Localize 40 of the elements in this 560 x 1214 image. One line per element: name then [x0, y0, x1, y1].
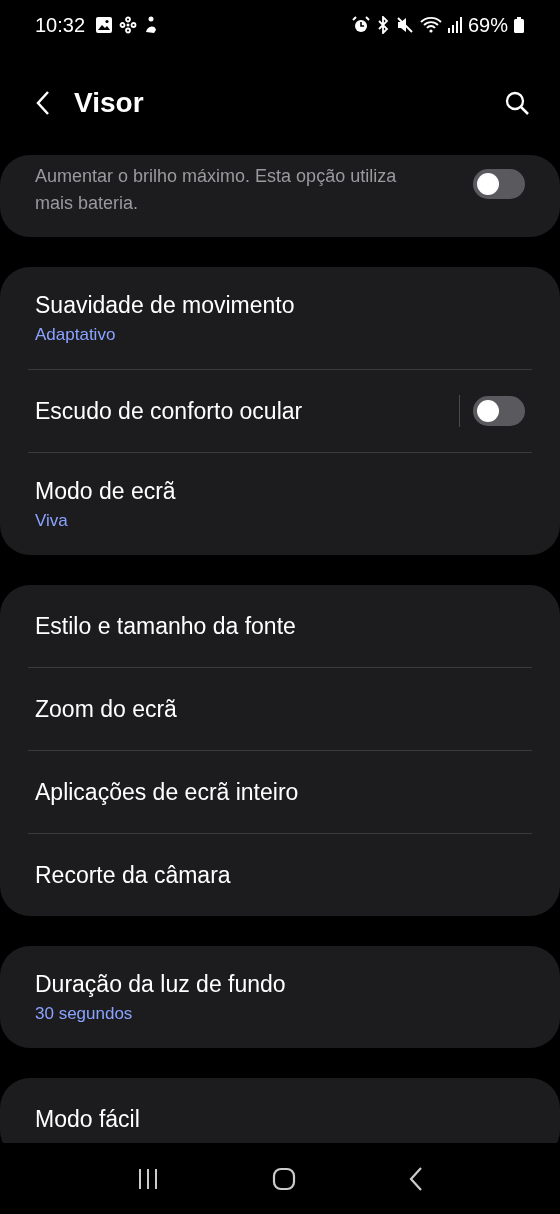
setting-value: Adaptativo [35, 324, 117, 345]
battery-level: 69% [467, 13, 508, 37]
wifi-icon [419, 16, 442, 34]
setting-value: Viva [35, 510, 69, 531]
settings-row[interactable]: Suavidade de movimento Adaptativo [0, 267, 560, 369]
page-title: Visor [74, 86, 144, 119]
recent-apps-icon[interactable] [136, 1167, 159, 1190]
settings-row[interactable]: Modo de ecrã Viva [0, 453, 560, 555]
toggle-switch[interactable] [473, 396, 525, 426]
settings-row[interactable]: Aumentar o brilho máximo. Esta opção utiliza mais bateria. [0, 155, 560, 237]
bluetooth-icon [375, 16, 390, 34]
search-icon[interactable] [504, 89, 530, 116]
setting-description: Aumentar o brilho máximo. Esta opção utiliza mais bateria. [35, 165, 398, 215]
setting-title: Estilo e tamanho da fonte [35, 612, 297, 640]
gallery-icon [95, 16, 114, 34]
setting-value: 30 segundos [35, 1003, 134, 1024]
setting-title: Duração da luz de fundo [35, 970, 287, 998]
settings-row[interactable]: Escudo de conforto ocular [0, 370, 560, 452]
settings-row[interactable]: Zoom do ecrã [0, 668, 560, 750]
setting-title: Recorte da câmara [35, 861, 232, 889]
toggle-switch[interactable] [473, 169, 525, 199]
alarm-icon [351, 16, 370, 34]
setting-title: Suavidade de movimento [35, 291, 296, 319]
settings-row[interactable]: Duração da luz de fundo 30 segundos [0, 946, 560, 1048]
flower-icon [119, 16, 138, 34]
setting-title: Escudo de conforto ocular [35, 397, 304, 425]
status-time: 10:32 [35, 13, 86, 37]
settings-row[interactable]: Recorte da câmara [0, 834, 560, 916]
setting-title: Zoom do ecrã [35, 695, 178, 723]
settings-row[interactable]: Modo fácil [0, 1078, 560, 1143]
settings-row[interactable]: Estilo e tamanho da fonte [0, 585, 560, 667]
battery-icon [514, 17, 524, 33]
mute-icon [395, 16, 414, 34]
signal-icon [447, 16, 462, 34]
setting-title: Modo fácil [35, 1105, 141, 1133]
home-icon[interactable] [272, 1166, 296, 1191]
settings-row[interactable]: Aplicações de ecrã inteiro [0, 751, 560, 833]
setting-title: Aplicações de ecrã inteiro [35, 778, 300, 806]
back-icon[interactable] [409, 1166, 424, 1191]
setting-title: Modo de ecrã [35, 477, 177, 505]
